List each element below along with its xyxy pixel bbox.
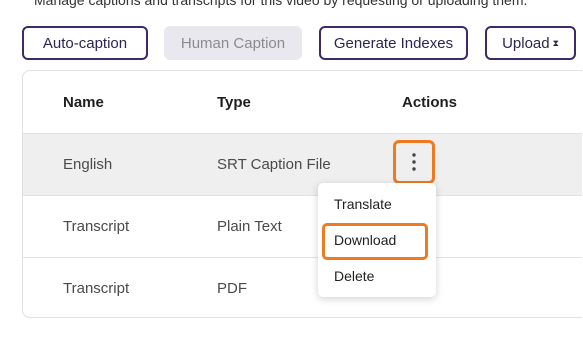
row-name: English bbox=[63, 156, 113, 173]
table-row: English SRT Caption File bbox=[23, 133, 582, 195]
actions-dropdown-menu: Translate Download Delete bbox=[318, 183, 436, 297]
generate-indexes-button[interactable]: Generate Indexes bbox=[319, 26, 468, 60]
header-actions: Actions bbox=[402, 93, 458, 111]
table-header-row: Name Type Actions bbox=[23, 71, 582, 133]
header-name: Name bbox=[63, 93, 104, 111]
row-type: SRT Caption File bbox=[217, 156, 331, 173]
table-row: Transcript PDF bbox=[23, 257, 582, 317]
auto-caption-button[interactable]: Auto-caption bbox=[22, 26, 148, 60]
human-caption-button: Human Caption bbox=[164, 26, 302, 60]
upload-label: Upload bbox=[502, 34, 550, 52]
table-row: Transcript Plain Text bbox=[23, 195, 582, 257]
row-actions-button[interactable] bbox=[393, 140, 435, 184]
row-type: Plain Text bbox=[217, 218, 282, 235]
row-name: Transcript bbox=[63, 218, 130, 235]
upload-button[interactable]: Upload ⧗ bbox=[485, 26, 576, 60]
kebab-menu-icon bbox=[412, 153, 416, 171]
captions-table: Name Type Actions English SRT Caption Fi… bbox=[22, 70, 582, 318]
menu-item-delete[interactable]: Delete bbox=[318, 261, 436, 291]
header-type: Type bbox=[217, 93, 251, 111]
intro-text: Manage captions and transcripts for this… bbox=[34, 0, 528, 8]
row-type: PDF bbox=[217, 280, 247, 297]
row-name: Transcript bbox=[63, 280, 130, 297]
upload-caret-icon: ⧗ bbox=[552, 37, 559, 48]
menu-item-translate[interactable]: Translate bbox=[318, 189, 436, 219]
menu-item-download[interactable]: Download bbox=[318, 225, 436, 255]
